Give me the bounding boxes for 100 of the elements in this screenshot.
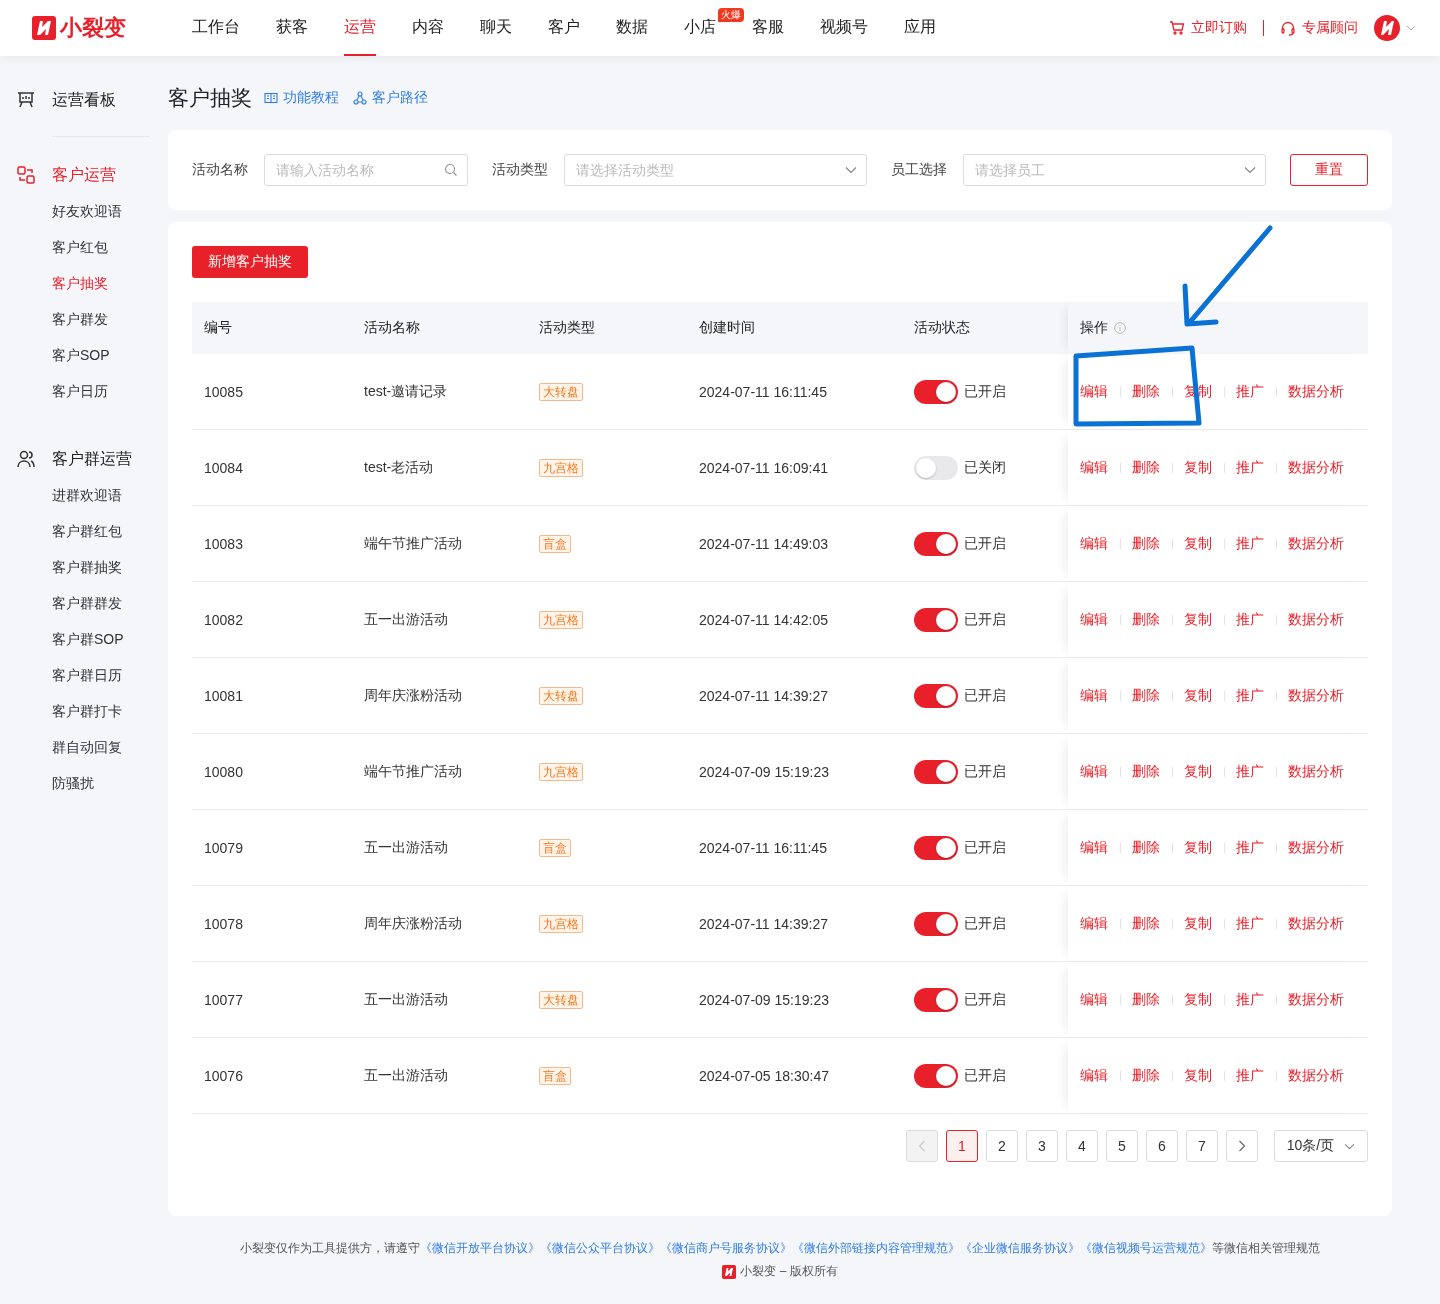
- action-link[interactable]: 数据分析: [1288, 382, 1344, 401]
- action-link[interactable]: 编辑: [1080, 990, 1108, 1009]
- sidebar-item[interactable]: 好友欢迎语: [16, 201, 170, 237]
- action-link[interactable]: 删除: [1132, 838, 1160, 857]
- nav-tab[interactable]: 内容: [412, 0, 444, 56]
- action-link[interactable]: 编辑: [1080, 534, 1108, 553]
- action-link[interactable]: 编辑: [1080, 610, 1108, 629]
- nav-tab[interactable]: 数据: [616, 0, 648, 56]
- action-link[interactable]: 复制: [1184, 762, 1212, 781]
- nav-tab[interactable]: 聊天: [480, 0, 512, 56]
- nav-tab[interactable]: 工作台: [192, 0, 240, 56]
- action-link[interactable]: 推广: [1236, 458, 1264, 477]
- action-link[interactable]: 数据分析: [1288, 838, 1344, 857]
- action-link[interactable]: 数据分析: [1288, 534, 1344, 553]
- sidebar-item[interactable]: 客户SOP: [16, 345, 170, 381]
- action-link[interactable]: 数据分析: [1288, 1066, 1344, 1085]
- sidebar-item[interactable]: 进群欢迎语: [16, 485, 170, 521]
- action-link[interactable]: 删除: [1132, 686, 1160, 705]
- action-link[interactable]: 数据分析: [1288, 686, 1344, 705]
- sidebar-item[interactable]: 客户群打卡: [16, 701, 170, 737]
- page-button[interactable]: 3: [1026, 1130, 1058, 1162]
- action-link[interactable]: 编辑: [1080, 686, 1108, 705]
- action-link[interactable]: 复制: [1184, 990, 1212, 1009]
- header-link[interactable]: 专属顾问: [1280, 19, 1358, 37]
- toggle-switch[interactable]: [914, 455, 958, 480]
- agreement-link[interactable]: 《微信商户号服务协议》: [660, 1241, 792, 1255]
- action-link[interactable]: 删除: [1132, 1066, 1160, 1085]
- action-link[interactable]: 复制: [1184, 1066, 1212, 1085]
- sidebar-group[interactable]: 客户群运营: [16, 447, 170, 471]
- action-link[interactable]: 复制: [1184, 838, 1212, 857]
- add-button[interactable]: 新增客户抽奖: [192, 246, 308, 278]
- toggle-switch[interactable]: [914, 835, 958, 860]
- action-link[interactable]: 推广: [1236, 610, 1264, 629]
- sidebar-group[interactable]: 客户运营: [16, 163, 170, 187]
- search-field[interactable]: 请输入活动名称: [264, 154, 468, 186]
- toggle-switch[interactable]: [914, 683, 958, 708]
- action-link[interactable]: 数据分析: [1288, 990, 1344, 1009]
- help-link[interactable]: 客户路径: [353, 89, 428, 107]
- nav-tab[interactable]: 应用: [904, 0, 936, 56]
- page-button[interactable]: 7: [1186, 1130, 1218, 1162]
- page-button[interactable]: 4: [1066, 1130, 1098, 1162]
- action-link[interactable]: 推广: [1236, 990, 1264, 1009]
- page-size-select[interactable]: 10条/页: [1274, 1130, 1368, 1162]
- action-link[interactable]: 推广: [1236, 914, 1264, 933]
- action-link[interactable]: 删除: [1132, 458, 1160, 477]
- page-button[interactable]: 2: [986, 1130, 1018, 1162]
- action-link[interactable]: 数据分析: [1288, 610, 1344, 629]
- page-button[interactable]: 6: [1146, 1130, 1178, 1162]
- action-link[interactable]: 编辑: [1080, 382, 1108, 401]
- action-link[interactable]: 数据分析: [1288, 458, 1344, 477]
- sidebar-item[interactable]: 客户群抽奖: [16, 557, 170, 593]
- nav-tab[interactable]: 获客: [276, 0, 308, 56]
- select-field[interactable]: 请选择活动类型: [564, 154, 867, 186]
- action-link[interactable]: 删除: [1132, 914, 1160, 933]
- action-link[interactable]: 删除: [1132, 534, 1160, 553]
- action-link[interactable]: 编辑: [1080, 838, 1108, 857]
- action-link[interactable]: 删除: [1132, 990, 1160, 1009]
- reset-button[interactable]: 重置: [1290, 154, 1368, 186]
- action-link[interactable]: 复制: [1184, 610, 1212, 629]
- toggle-switch[interactable]: [914, 987, 958, 1012]
- nav-tab[interactable]: 客户: [548, 0, 580, 56]
- nav-tab[interactable]: 运营: [344, 0, 376, 56]
- sidebar-item[interactable]: 客户群SOP: [16, 629, 170, 665]
- agreement-link[interactable]: 《微信开放平台协议》: [420, 1241, 540, 1255]
- action-link[interactable]: 编辑: [1080, 762, 1108, 781]
- select-field[interactable]: 请选择员工: [963, 154, 1266, 186]
- agreement-link[interactable]: 《微信外部链接内容管理规范》: [792, 1241, 960, 1255]
- action-link[interactable]: 删除: [1132, 762, 1160, 781]
- action-link[interactable]: 推广: [1236, 686, 1264, 705]
- action-link[interactable]: 编辑: [1080, 1066, 1108, 1085]
- sidebar-item[interactable]: 客户群日历: [16, 665, 170, 701]
- agreement-link[interactable]: 《企业微信服务协议》: [960, 1241, 1080, 1255]
- header-link[interactable]: 立即订购: [1169, 19, 1247, 37]
- action-link[interactable]: 数据分析: [1288, 762, 1344, 781]
- sidebar-item[interactable]: 客户群红包: [16, 521, 170, 557]
- toggle-switch[interactable]: [914, 379, 958, 404]
- action-link[interactable]: 编辑: [1080, 914, 1108, 933]
- action-link[interactable]: 删除: [1132, 610, 1160, 629]
- action-link[interactable]: 推广: [1236, 1066, 1264, 1085]
- action-link[interactable]: 推广: [1236, 838, 1264, 857]
- agreement-link[interactable]: 《微信公众平台协议》: [540, 1241, 660, 1255]
- sidebar-item[interactable]: 防骚扰: [16, 773, 170, 809]
- action-link[interactable]: 数据分析: [1288, 914, 1344, 933]
- action-link[interactable]: 编辑: [1080, 458, 1108, 477]
- sidebar-group[interactable]: 运营看板: [16, 88, 170, 112]
- toggle-switch[interactable]: [914, 607, 958, 632]
- sidebar-item[interactable]: 客户群群发: [16, 593, 170, 629]
- action-link[interactable]: 复制: [1184, 914, 1212, 933]
- action-link[interactable]: 推广: [1236, 762, 1264, 781]
- toggle-switch[interactable]: [914, 531, 958, 556]
- page-button[interactable]: 5: [1106, 1130, 1138, 1162]
- action-link[interactable]: 复制: [1184, 458, 1212, 477]
- action-link[interactable]: 复制: [1184, 686, 1212, 705]
- agreement-link[interactable]: 《微信视频号运营规范》: [1080, 1241, 1212, 1255]
- action-link[interactable]: 推广: [1236, 534, 1264, 553]
- nav-tab[interactable]: 客服: [752, 0, 784, 56]
- sidebar-item[interactable]: 客户红包: [16, 237, 170, 273]
- sidebar-item[interactable]: 群自动回复: [16, 737, 170, 773]
- avatar[interactable]: [1374, 15, 1400, 41]
- sidebar-item[interactable]: 客户抽奖: [16, 273, 170, 309]
